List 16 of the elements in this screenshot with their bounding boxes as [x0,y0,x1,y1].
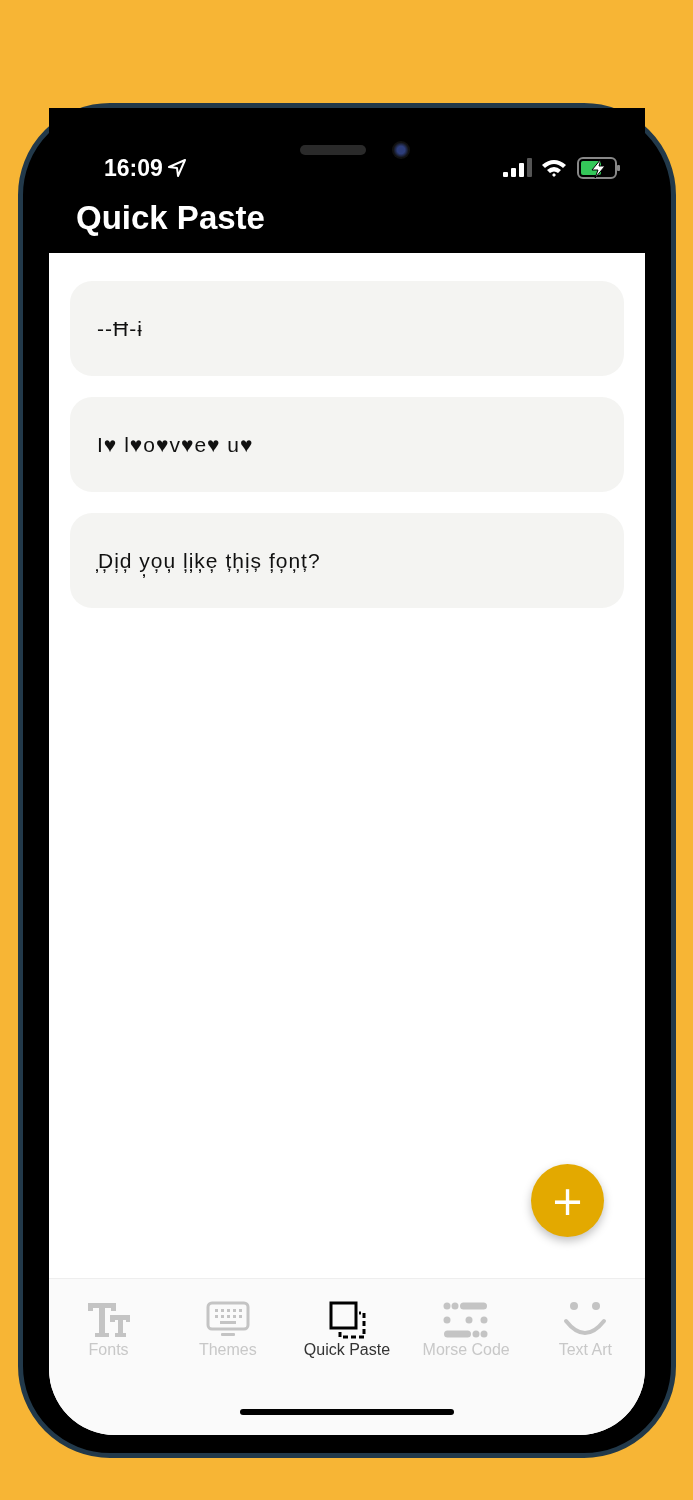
location-arrow-icon [166,158,187,178]
wifi-icon [541,158,567,178]
speaker-grille [299,145,366,155]
paste-card[interactable]: ̦D̦i̦d̦ y̦o̦u̦ l̦i̦k̦e̦ țh̦i̦ș f̦o̦n̦ț? [70,513,624,608]
keyboard-monitor-icon [204,1301,251,1339]
text-size-icon [85,1301,132,1339]
morse-dots-icon [443,1301,490,1339]
battery-charging-icon [577,157,621,179]
screen-title: Quick Paste [76,198,266,238]
camera-dot [391,141,410,159]
add-button[interactable]: + [531,1164,604,1237]
status-time: 16:09 [104,154,163,182]
tab[interactable]: Quick Paste [287,1301,406,1371]
paste-card[interactable]: I♥ l♥o♥v♥e♥ u♥ [70,397,624,492]
paste-card[interactable]: --Ħ-ɨ [70,281,624,376]
signal-icon [503,158,533,178]
